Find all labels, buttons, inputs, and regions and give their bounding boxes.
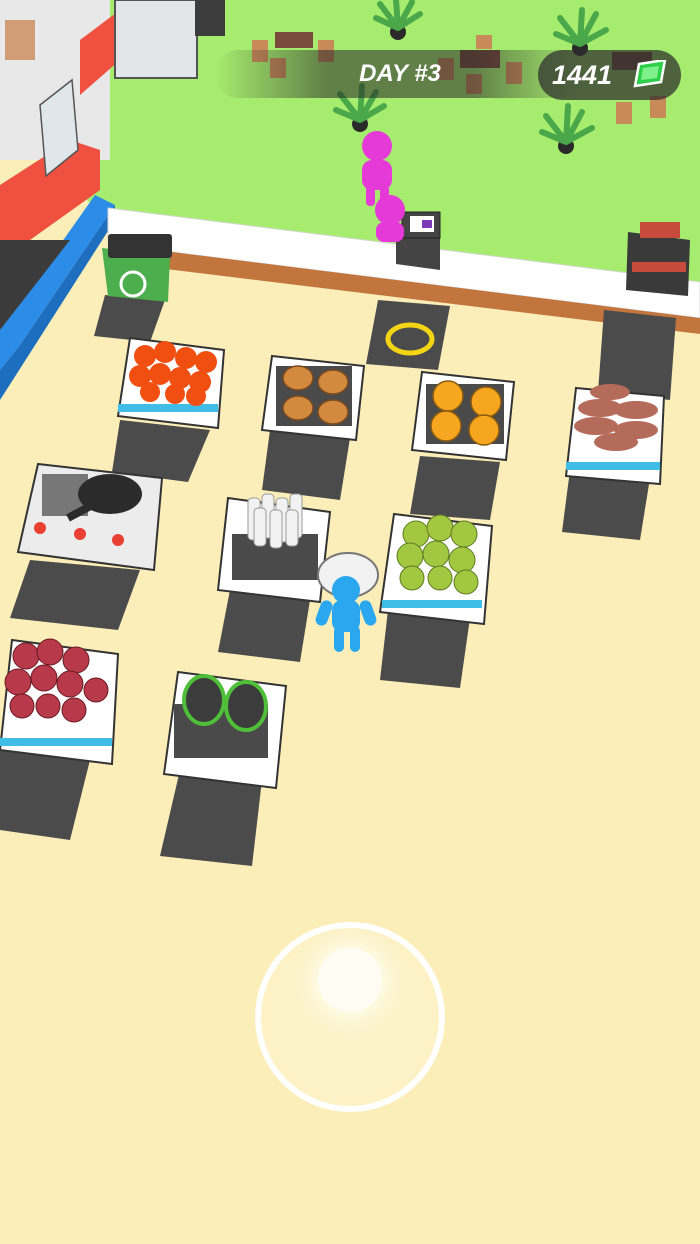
onion-crate[interactable] <box>0 638 120 766</box>
lettuce-icon <box>396 514 479 595</box>
drink-icon <box>640 222 680 238</box>
stove-with-pan[interactable] <box>16 462 164 572</box>
day-label: DAY #3 <box>359 60 441 87</box>
customer <box>375 195 405 242</box>
cash-register[interactable] <box>396 211 441 270</box>
sauce-bottle-station[interactable] <box>216 493 332 604</box>
pickle-crate[interactable] <box>162 670 288 790</box>
fridge <box>114 0 198 79</box>
joystick-knob[interactable] <box>318 948 382 1012</box>
money-value: 1441 <box>552 59 613 90</box>
virtual-joystick[interactable] <box>255 922 445 1112</box>
trash-bin[interactable] <box>102 234 172 302</box>
cash-icon <box>633 60 667 88</box>
register-shadow <box>366 300 450 370</box>
money-counter: 1441 <box>538 50 681 100</box>
tomato-crate[interactable] <box>116 336 226 430</box>
bun-crate[interactable] <box>260 354 366 442</box>
day-counter: DAY #3 <box>215 50 585 98</box>
cheese-crate[interactable] <box>410 370 516 462</box>
meat-patty-crate[interactable] <box>564 384 666 486</box>
lettuce-crate[interactable] <box>378 512 494 626</box>
